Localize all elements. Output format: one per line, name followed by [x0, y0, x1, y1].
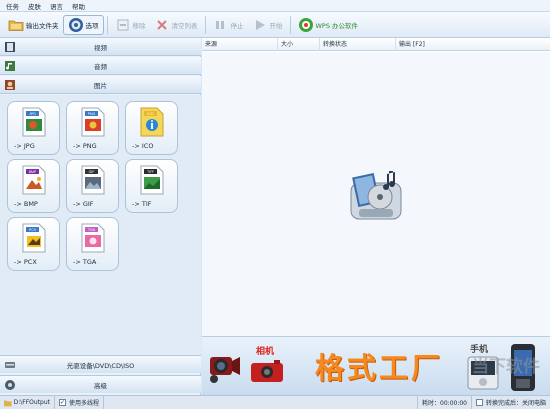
multithread-label: 使用多线程 — [69, 400, 100, 407]
category-advanced[interactable]: 高级 — [0, 375, 201, 393]
camera-icon — [251, 360, 283, 382]
menu-task[interactable]: 任务 — [6, 1, 19, 11]
badge-label: PCX — [29, 228, 37, 232]
jpg-file-icon: JPG — [22, 107, 46, 137]
format-bmp-button[interactable]: BMP -> BMP — [7, 159, 60, 213]
menu-bar: 任务 皮肤 语言 帮助 — [0, 0, 550, 12]
png-file-icon: PNG — [81, 107, 105, 137]
tif-file-icon: TIFF — [140, 165, 164, 195]
task-list-area[interactable] — [202, 52, 550, 346]
badge-label: ICO — [147, 112, 154, 116]
options-button[interactable]: 选项 — [62, 14, 104, 35]
task-list-panel: 来源 大小 转换状态 输出 [F2] 相机 格式工厂 手机 — [202, 38, 550, 395]
start-icon — [252, 17, 268, 33]
badge-label: TIFF — [147, 170, 154, 174]
multithread-toggle[interactable]: ✓ 使用多线程 — [55, 395, 105, 409]
multithread-checkbox[interactable]: ✓ — [59, 399, 66, 406]
camcorder-icon — [210, 357, 240, 383]
category-picture[interactable]: 图片 — [0, 76, 201, 94]
video-icon — [3, 40, 17, 54]
toolbar-separator — [289, 15, 291, 34]
category-video[interactable]: 视频 — [0, 38, 201, 56]
badge-label: GIF — [89, 170, 95, 174]
toolbar-separator — [106, 15, 108, 34]
column-source[interactable]: 来源 — [202, 38, 278, 51]
format-tga-button[interactable]: TGA -> TGA — [66, 217, 119, 271]
gif-file-icon: GIF — [81, 165, 105, 195]
category-audio[interactable]: 音频 — [0, 57, 201, 75]
menu-language[interactable]: 语言 — [50, 1, 63, 11]
clear-list-icon — [154, 17, 170, 33]
menu-help[interactable]: 帮助 — [72, 1, 85, 11]
format-grid: JPG -> JPG PNG -> PNG ICO -> ICO BMP -> … — [0, 95, 201, 355]
folder-small-icon — [4, 399, 12, 406]
remove-icon — [115, 17, 131, 33]
output-path: D:\FFOutput — [13, 399, 50, 406]
badge-label: TGA — [88, 228, 96, 232]
picture-icon — [3, 78, 17, 92]
toolbar: 输出文件夹 选项 移除 清空列表 停止 开始 WPS 办公软件 — [0, 12, 550, 38]
advanced-icon — [3, 378, 17, 392]
status-bar: D:\FFOutput ✓ 使用多线程 耗时：00:00:00 转换完成后：关闭… — [0, 395, 550, 409]
folder-icon — [8, 17, 24, 33]
optical-drive-icon — [3, 358, 17, 372]
badge-label: BMP — [29, 170, 37, 174]
wps-office-button[interactable]: WPS 办公软件 — [294, 15, 363, 35]
ico-file-icon: ICO — [140, 107, 164, 137]
badge-label: PNG — [88, 112, 96, 116]
menu-skin[interactable]: 皮肤 — [28, 1, 41, 11]
toolbar-separator — [204, 15, 206, 34]
stop-button[interactable]: 停止 — [209, 15, 248, 35]
after-convert-label: 转换完成后：关闭电脑 — [485, 400, 546, 407]
pcx-file-icon: PCX — [22, 223, 46, 253]
bmp-file-icon: BMP — [22, 165, 46, 195]
wps-icon — [298, 17, 314, 33]
stop-icon — [213, 17, 229, 33]
after-convert-toggle[interactable]: 转换完成后：关闭电脑 — [472, 396, 550, 409]
format-factory-logo-icon — [350, 171, 402, 220]
badge-label: JPG — [29, 112, 36, 116]
remove-button[interactable]: 移除 — [111, 15, 150, 35]
brand-title: 格式工厂 — [315, 351, 444, 385]
watermark-text: 当下软件 — [472, 357, 540, 377]
start-button[interactable]: 开始 — [248, 15, 287, 35]
audio-icon — [3, 59, 17, 73]
format-jpg-button[interactable]: JPG -> JPG — [7, 101, 60, 155]
elapsed-time: 耗时：00:00:00 — [417, 395, 472, 409]
tga-file-icon: TGA — [81, 223, 105, 253]
column-output[interactable]: 输出 [F2] — [396, 38, 550, 51]
task-table-header: 来源 大小 转换状态 输出 [F2] — [202, 38, 550, 51]
format-gif-button[interactable]: GIF -> GIF — [66, 159, 119, 213]
clear-list-button[interactable]: 清空列表 — [150, 15, 202, 35]
format-ico-button[interactable]: ICO -> ICO — [125, 101, 178, 155]
output-path-field[interactable]: D:\FFOutput — [0, 395, 55, 409]
format-pcx-button[interactable]: PCX -> PCX — [7, 217, 60, 271]
output-folder-button[interactable]: 输出文件夹 — [4, 15, 63, 35]
left-panel: 视频 音频 图片 JPG -> JPG PNG -> PNG ICO -> IC… — [0, 38, 201, 395]
options-icon — [68, 17, 84, 33]
format-png-button[interactable]: PNG -> PNG — [66, 101, 119, 155]
format-tif-button[interactable]: TIFF -> TIF — [125, 159, 178, 213]
after-convert-checkbox[interactable] — [475, 399, 483, 406]
category-optical-drive[interactable]: 光驱设备\DVD\CD\ISO — [0, 355, 201, 373]
column-size[interactable]: 大小 — [278, 38, 320, 51]
camera-tag: 相机 — [256, 347, 275, 357]
column-status[interactable]: 转换状态 — [320, 38, 396, 51]
